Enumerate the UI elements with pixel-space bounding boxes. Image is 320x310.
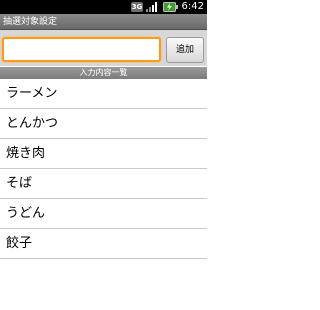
- list-item[interactable]: ラーメン: [0, 79, 207, 109]
- list-item[interactable]: そば: [0, 169, 207, 199]
- signal-icon: [146, 2, 157, 12]
- add-button[interactable]: 追加: [166, 37, 204, 63]
- item-list: ラーメン とんかつ 焼き肉 そば うどん 餃子: [0, 79, 207, 259]
- status-bar: 3G 6:42: [0, 0, 207, 14]
- page-title: 抽選対象設定: [3, 17, 58, 27]
- list-item[interactable]: 餃子: [0, 229, 207, 259]
- item-input[interactable]: [2, 37, 161, 62]
- list-item[interactable]: とんかつ: [0, 109, 207, 139]
- battery-charging-icon: [163, 2, 178, 12]
- list-item[interactable]: うどん: [0, 199, 207, 229]
- 3g-icon: 3G: [131, 2, 143, 12]
- list-header: 入力内容一覧: [0, 67, 207, 79]
- clock: 6:42: [181, 1, 204, 12]
- title-bar: 抽選対象設定: [0, 14, 207, 30]
- list-item[interactable]: 焼き肉: [0, 139, 207, 169]
